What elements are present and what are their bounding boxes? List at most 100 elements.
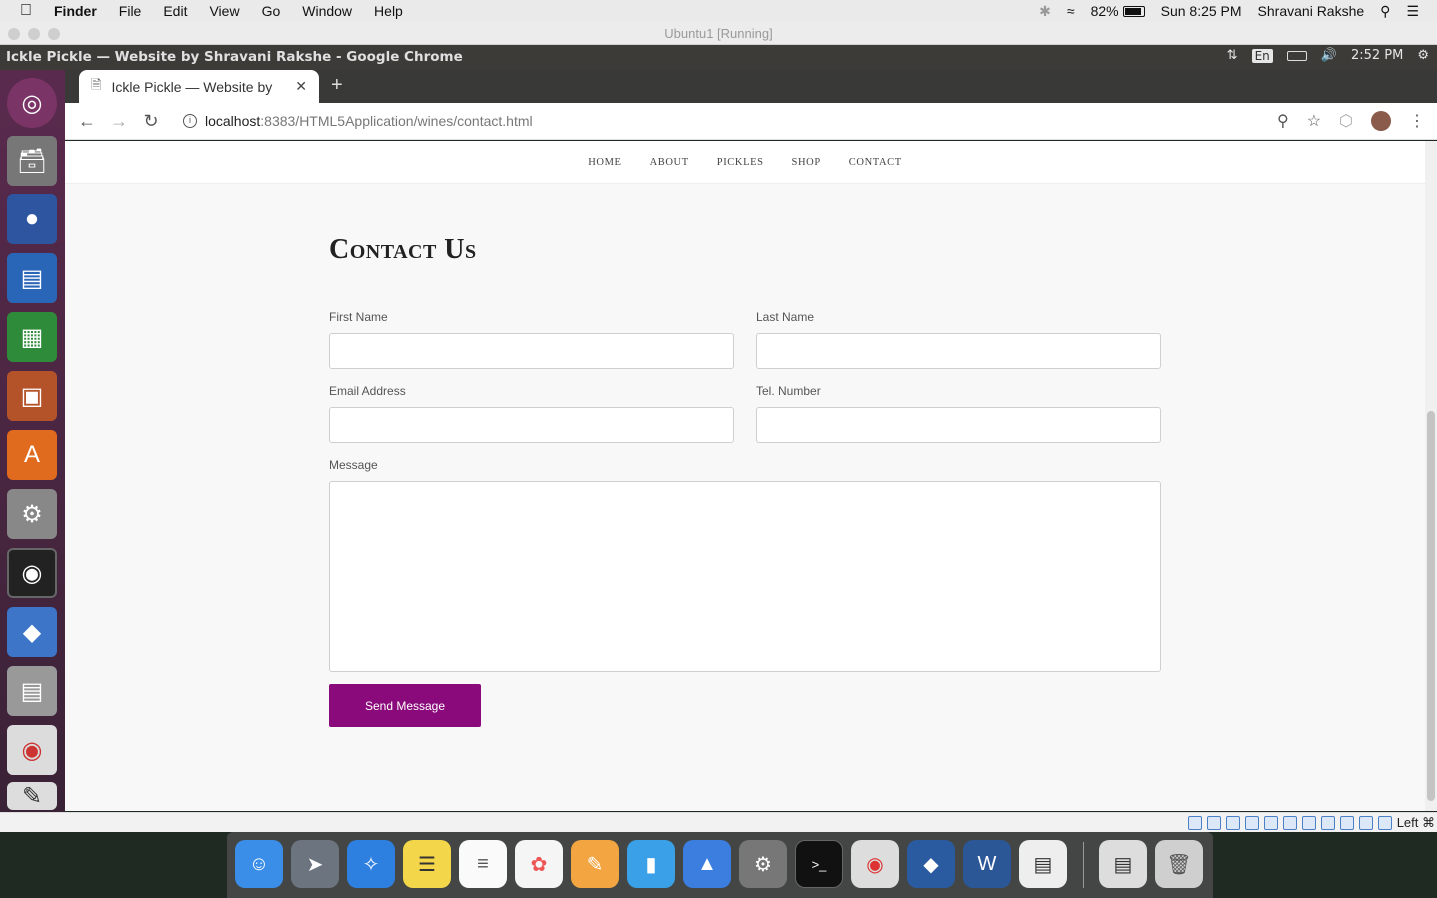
chrome-menu-icon[interactable]: ⋮: [1409, 111, 1425, 131]
first-name-field[interactable]: [329, 333, 734, 369]
menu-window[interactable]: Window: [302, 3, 352, 19]
keyboard-status-icon[interactable]: [1377, 816, 1392, 830]
chrome-tabstrip: 🗎 Ickle Pickle — Website by ✕ +: [65, 70, 1437, 103]
reminders-icon[interactable]: ≡: [459, 840, 507, 888]
photos-icon[interactable]: ✿: [515, 840, 563, 888]
email-field[interactable]: [329, 407, 734, 443]
ubuntu-dash-icon[interactable]: ◎: [7, 78, 57, 128]
nav-shop[interactable]: SHOP: [792, 157, 821, 168]
apple-icon[interactable]: : [20, 2, 32, 20]
word-icon[interactable]: W: [963, 840, 1011, 888]
terminal-dock-icon[interactable]: >_: [795, 840, 843, 888]
numbers-icon[interactable]: ▮: [627, 840, 675, 888]
preview-window-icon[interactable]: ▤: [1019, 840, 1067, 888]
menu-go[interactable]: Go: [262, 3, 281, 19]
spotlight-search-icon[interactable]: ⚲: [1380, 3, 1390, 20]
dock-divider: [1083, 842, 1084, 888]
tel-field[interactable]: [756, 407, 1161, 443]
system-settings-icon[interactable]: ⚙: [7, 489, 57, 539]
impress-icon[interactable]: ▣: [7, 371, 57, 421]
tel-label: Tel. Number: [756, 384, 821, 398]
back-arrow-icon[interactable]: ←: [71, 111, 103, 132]
hdd-status-icon[interactable]: [1187, 816, 1202, 830]
network-icon[interactable]: ⇅: [1227, 48, 1238, 63]
launchpad-icon[interactable]: ➤: [291, 840, 339, 888]
wifi-icon[interactable]: ≈: [1067, 3, 1075, 19]
menu-help[interactable]: Help: [374, 3, 403, 19]
forward-arrow-icon[interactable]: →: [103, 111, 135, 132]
nav-pickles[interactable]: PICKLES: [717, 157, 764, 168]
extension-icon[interactable]: ⬡: [1339, 111, 1353, 131]
safari-icon[interactable]: ✧: [347, 840, 395, 888]
pages-icon[interactable]: ✎: [571, 840, 619, 888]
finder-icon[interactable]: ☺: [235, 840, 283, 888]
keynote-icon[interactable]: ▲: [683, 840, 731, 888]
downloads-stack-icon[interactable]: ▤: [1099, 840, 1147, 888]
writer-icon[interactable]: ▤: [7, 253, 57, 303]
text-editor-icon[interactable]: ✎: [7, 782, 57, 810]
battery-icon[interactable]: [1286, 50, 1307, 61]
page-viewport: HOME ABOUT PICKLES SHOP CONTACT Contact …: [65, 141, 1425, 811]
mac-menubar:  Finder File Edit View Go Window Help ✱…: [0, 0, 1437, 22]
virtualbox-icon[interactable]: ◆: [7, 607, 57, 657]
audio-status-icon[interactable]: [1225, 816, 1240, 830]
optical-status-icon[interactable]: [1206, 816, 1221, 830]
keyboard-layout[interactable]: En: [1251, 48, 1273, 63]
files-icon[interactable]: 🗃: [7, 136, 57, 186]
software-center-icon[interactable]: A: [7, 430, 57, 480]
cpu-status-icon[interactable]: [1339, 816, 1354, 830]
user-name[interactable]: Shravani Rakshe: [1258, 3, 1365, 19]
chrome-icon[interactable]: ◉: [7, 725, 57, 775]
last-name-field[interactable]: [756, 333, 1161, 369]
menu-edit[interactable]: Edit: [163, 3, 187, 19]
vbox-statusbar: Left ⌘: [0, 812, 1437, 832]
settings-gear-icon[interactable]: ⚙: [1417, 48, 1429, 63]
send-message-button[interactable]: Send Message: [329, 684, 481, 727]
network-status-icon[interactable]: [1244, 816, 1259, 830]
terminal-icon[interactable]: ◉: [7, 548, 57, 598]
chrome-dock-icon[interactable]: ◉: [851, 840, 899, 888]
firefox-icon[interactable]: ●: [7, 194, 57, 244]
volume-icon[interactable]: 🔊: [1321, 48, 1337, 63]
nav-about[interactable]: ABOUT: [650, 157, 689, 168]
message-textarea[interactable]: [329, 481, 1161, 672]
trash-icon[interactable]: 🗑: [1155, 840, 1203, 888]
menu-view[interactable]: View: [209, 3, 239, 19]
profile-avatar[interactable]: [1371, 111, 1391, 131]
page-title: Contact Us: [329, 234, 477, 265]
shared-folder-status-icon[interactable]: [1282, 816, 1297, 830]
vbox-window-title: Ubuntu1 [Running]: [664, 26, 773, 41]
zoom-icon[interactable]: ⚲: [1277, 111, 1289, 131]
menu-app-name[interactable]: Finder: [54, 3, 97, 19]
virtualbox-dock-icon[interactable]: ◆: [907, 840, 955, 888]
address-bar[interactable]: localhost:8383/HTML5Application/wines/co…: [205, 113, 533, 129]
calc-icon[interactable]: ▦: [7, 312, 57, 362]
bookmark-star-icon[interactable]: ☆: [1307, 111, 1321, 131]
browser-tab[interactable]: 🗎 Ickle Pickle — Website by ✕: [79, 70, 319, 103]
scrollbar-thumb[interactable]: [1427, 411, 1435, 801]
tab-close-icon[interactable]: ✕: [295, 78, 307, 95]
notes-icon[interactable]: ☰: [403, 840, 451, 888]
clock[interactable]: Sun 8:25 PM: [1161, 3, 1242, 19]
ubuntu-top-panel: Ickle Pickle — Website by Shravani Raksh…: [0, 45, 1437, 70]
ubuntu-launcher: ◎ 🗃 ● ▤ ▦ ▣ A ⚙ ◉ ◆ ▤ ◉ ✎: [0, 70, 65, 812]
display-status-icon[interactable]: [1301, 816, 1316, 830]
new-tab-button[interactable]: +: [331, 74, 343, 97]
ubuntu-clock[interactable]: 2:52 PM: [1351, 48, 1403, 63]
nav-home[interactable]: HOME: [588, 157, 621, 168]
notification-center-icon[interactable]: ☰: [1406, 3, 1419, 20]
site-info-icon[interactable]: i: [183, 114, 197, 128]
nav-contact[interactable]: CONTACT: [849, 157, 902, 168]
bluetooth-icon[interactable]: ✱: [1039, 3, 1051, 20]
recording-status-icon[interactable]: [1320, 816, 1335, 830]
mouse-integration-icon[interactable]: [1358, 816, 1373, 830]
ubuntu-window-title: Ickle Pickle — Website by Shravani Raksh…: [6, 49, 463, 65]
battery-status[interactable]: 82%: [1091, 3, 1145, 19]
menu-file[interactable]: File: [119, 3, 142, 19]
page-scrollbar[interactable]: [1425, 141, 1437, 811]
vbox-titlebar: Ubuntu1 [Running]: [0, 22, 1437, 45]
printer-icon[interactable]: ▤: [7, 666, 57, 716]
reload-icon[interactable]: ↻: [135, 111, 167, 132]
system-preferences-icon[interactable]: ⚙: [739, 840, 787, 888]
usb-status-icon[interactable]: [1263, 816, 1278, 830]
